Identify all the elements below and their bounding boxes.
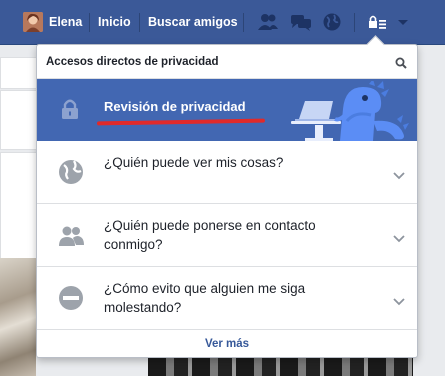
block-icon: [58, 285, 84, 311]
nav-divider: [243, 13, 244, 32]
privacy-shortcuts-dropdown: Accesos directos de privacidad Revisión …: [36, 44, 418, 358]
option-who-can-contact[interactable]: ¿Quién puede ponerse en contacto conmigo…: [37, 204, 417, 267]
find-friends-link[interactable]: Buscar amigos: [148, 0, 238, 44]
user-name: Elena: [49, 15, 83, 29]
background-thumbnails: [148, 356, 413, 376]
privacy-checkup-banner[interactable]: Revisión de privacidad: [37, 79, 417, 141]
red-underline-annotation: [96, 118, 266, 126]
home-label: Inicio: [98, 15, 131, 29]
friend-requests-icon[interactable]: [257, 12, 279, 32]
chevron-down-icon: [393, 230, 405, 243]
account-menu-chevron-icon[interactable]: [396, 12, 418, 32]
lock-icon: [60, 98, 80, 120]
nav-divider: [354, 13, 355, 32]
option-label: ¿Quién puede ver mis cosas?: [104, 155, 284, 170]
home-link[interactable]: Inicio: [98, 0, 131, 44]
background-photo: [0, 258, 36, 376]
search-icon[interactable]: [395, 56, 407, 69]
dropdown-header: Accesos directos de privacidad: [37, 45, 417, 79]
find-friends-label: Buscar amigos: [148, 15, 238, 29]
profile-link[interactable]: Elena: [49, 0, 82, 44]
chevron-down-icon: [393, 167, 405, 180]
chevron-down-icon: [393, 293, 405, 306]
see-more-link[interactable]: Ver más: [37, 331, 417, 357]
option-stop-harassment[interactable]: ¿Cómo evito que alguien me siga molestan…: [37, 267, 417, 330]
background-panel-top: [0, 57, 38, 89]
notifications-globe-icon[interactable]: [321, 12, 343, 32]
option-who-can-see[interactable]: ¿Quién puede ver mis cosas?: [37, 141, 417, 204]
privacy-checkup-label: Revisión de privacidad: [104, 99, 246, 114]
nav-divider: [89, 13, 90, 32]
people-icon: [58, 222, 84, 248]
privacy-shortcuts-icon[interactable]: [366, 12, 388, 32]
dinosaur-mascot-illustration: [285, 79, 413, 141]
dropdown-title: Accesos directos de privacidad: [46, 56, 219, 68]
nav-divider: [139, 13, 140, 32]
option-label: ¿Cómo evito que alguien me siga molestan…: [104, 281, 306, 315]
avatar[interactable]: [23, 12, 43, 32]
background-panel-feed: [0, 152, 38, 260]
messages-icon[interactable]: [290, 12, 312, 32]
option-label: ¿Quién puede ponerse en contacto conmigo…: [104, 218, 316, 252]
globe-icon: [58, 159, 84, 185]
background-panel-mid: [0, 90, 38, 150]
